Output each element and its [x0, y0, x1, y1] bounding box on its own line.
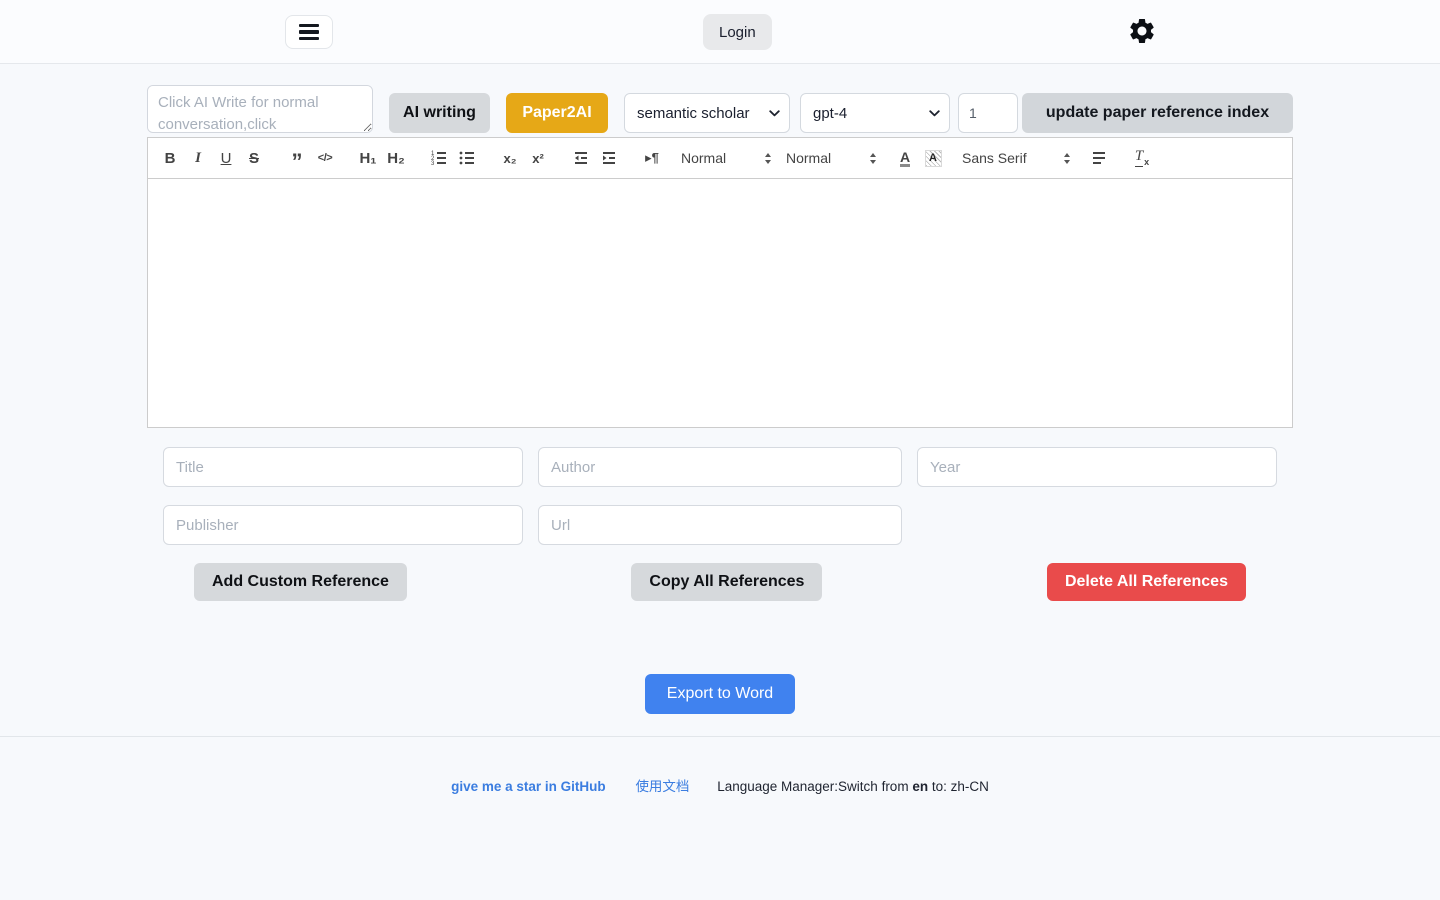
editor-toolbar: B I U S ” </> H₁ H₂ 123 [147, 137, 1293, 179]
size-picker-label: Normal [681, 150, 726, 166]
align-button[interactable] [1085, 146, 1113, 170]
menu-button[interactable] [285, 15, 333, 49]
header-picker-label: Normal [786, 150, 831, 166]
ordered-list-icon: 123 [430, 149, 448, 167]
picker-arrows-icon [1064, 153, 1070, 164]
controls-row: AI writing Paper2AI semantic scholar gpt… [147, 85, 1293, 133]
subscript-button[interactable]: x₂ [496, 146, 524, 170]
export-row: Export to Word [147, 674, 1293, 714]
superscript-button[interactable]: x² [524, 146, 552, 170]
background-color-button[interactable]: A [919, 146, 947, 170]
indent-icon [600, 149, 618, 167]
background-color-icon: A [925, 150, 942, 167]
text-color-icon: A [900, 150, 910, 167]
search-engine-select[interactable]: semantic scholar [624, 93, 790, 133]
svg-text:3: 3 [431, 161, 435, 167]
text-color-button[interactable]: A [891, 146, 919, 170]
language-current: en [912, 779, 928, 794]
indent-button[interactable] [595, 146, 623, 170]
language-manager-text: Language Manager:Switch from en to: zh-C… [717, 779, 989, 794]
export-to-word-button[interactable]: Export to Word [645, 674, 795, 714]
outdent-button[interactable] [567, 146, 595, 170]
add-custom-reference-button[interactable]: Add Custom Reference [194, 563, 407, 601]
paper2ai-button[interactable]: Paper2AI [506, 93, 608, 133]
delete-all-references-button[interactable]: Delete All References [1047, 563, 1246, 601]
settings-button[interactable] [1127, 16, 1159, 48]
url-field[interactable] [538, 505, 902, 545]
prompt-input[interactable] [147, 85, 373, 133]
github-star-link[interactable]: give me a star in GitHub [451, 779, 606, 794]
picker-arrows-icon [870, 153, 876, 164]
header1-button[interactable]: H₁ [354, 146, 382, 170]
outdent-icon [572, 149, 590, 167]
year-field[interactable] [917, 447, 1277, 487]
bullet-list-button[interactable] [453, 146, 481, 170]
bullet-list-icon [458, 149, 476, 167]
rich-text-editor: B I U S ” </> H₁ H₂ 123 [147, 137, 1293, 428]
title-field[interactable] [163, 447, 523, 487]
align-icon [1090, 149, 1108, 167]
underline-button[interactable]: U [212, 146, 240, 170]
ai-writing-button[interactable]: AI writing [389, 93, 490, 133]
footer-divider [0, 736, 1440, 737]
blockquote-button[interactable]: ” [283, 146, 311, 170]
reference-index-input[interactable] [958, 93, 1018, 133]
text-direction-button[interactable]: ▸¶ [638, 146, 666, 170]
italic-button[interactable]: I [184, 146, 212, 170]
picker-arrows-icon [765, 153, 771, 164]
author-field[interactable] [538, 447, 902, 487]
main-content: AI writing Paper2AI semantic scholar gpt… [147, 85, 1293, 714]
model-select[interactable]: gpt-4 [800, 93, 950, 133]
size-picker[interactable]: Normal [681, 146, 771, 170]
clear-formatting-icon: Tx [1135, 150, 1149, 167]
publisher-field[interactable] [163, 505, 523, 545]
gear-icon [1127, 16, 1157, 46]
strikethrough-button[interactable]: S [240, 146, 268, 170]
font-picker[interactable]: Sans Serif [962, 146, 1070, 170]
top-bar: Login [0, 0, 1440, 64]
copy-all-references-button[interactable]: Copy All References [631, 563, 822, 601]
ordered-list-button[interactable]: 123 [425, 146, 453, 170]
update-reference-index-button[interactable]: update paper reference index [1022, 93, 1293, 133]
search-engine-select-wrap: semantic scholar [624, 93, 790, 133]
bold-button[interactable]: B [156, 146, 184, 170]
editor-content-area[interactable] [147, 179, 1293, 428]
clear-formatting-button[interactable]: Tx [1128, 146, 1156, 170]
model-select-wrap: gpt-4 [800, 93, 950, 133]
login-button[interactable]: Login [703, 14, 772, 50]
reference-actions-row: Add Custom Reference Copy All References… [163, 563, 1277, 601]
font-picker-label: Sans Serif [962, 150, 1027, 166]
header2-button[interactable]: H₂ [382, 146, 410, 170]
custom-reference-form: Add Custom Reference Copy All References… [147, 447, 1293, 601]
language-target[interactable]: zh-CN [951, 779, 989, 794]
footer: give me a star in GitHub 使用文档 Language M… [0, 745, 1440, 795]
docs-link[interactable]: 使用文档 [635, 779, 689, 794]
header-picker[interactable]: Normal [786, 146, 876, 170]
code-block-button[interactable]: </> [311, 146, 339, 170]
